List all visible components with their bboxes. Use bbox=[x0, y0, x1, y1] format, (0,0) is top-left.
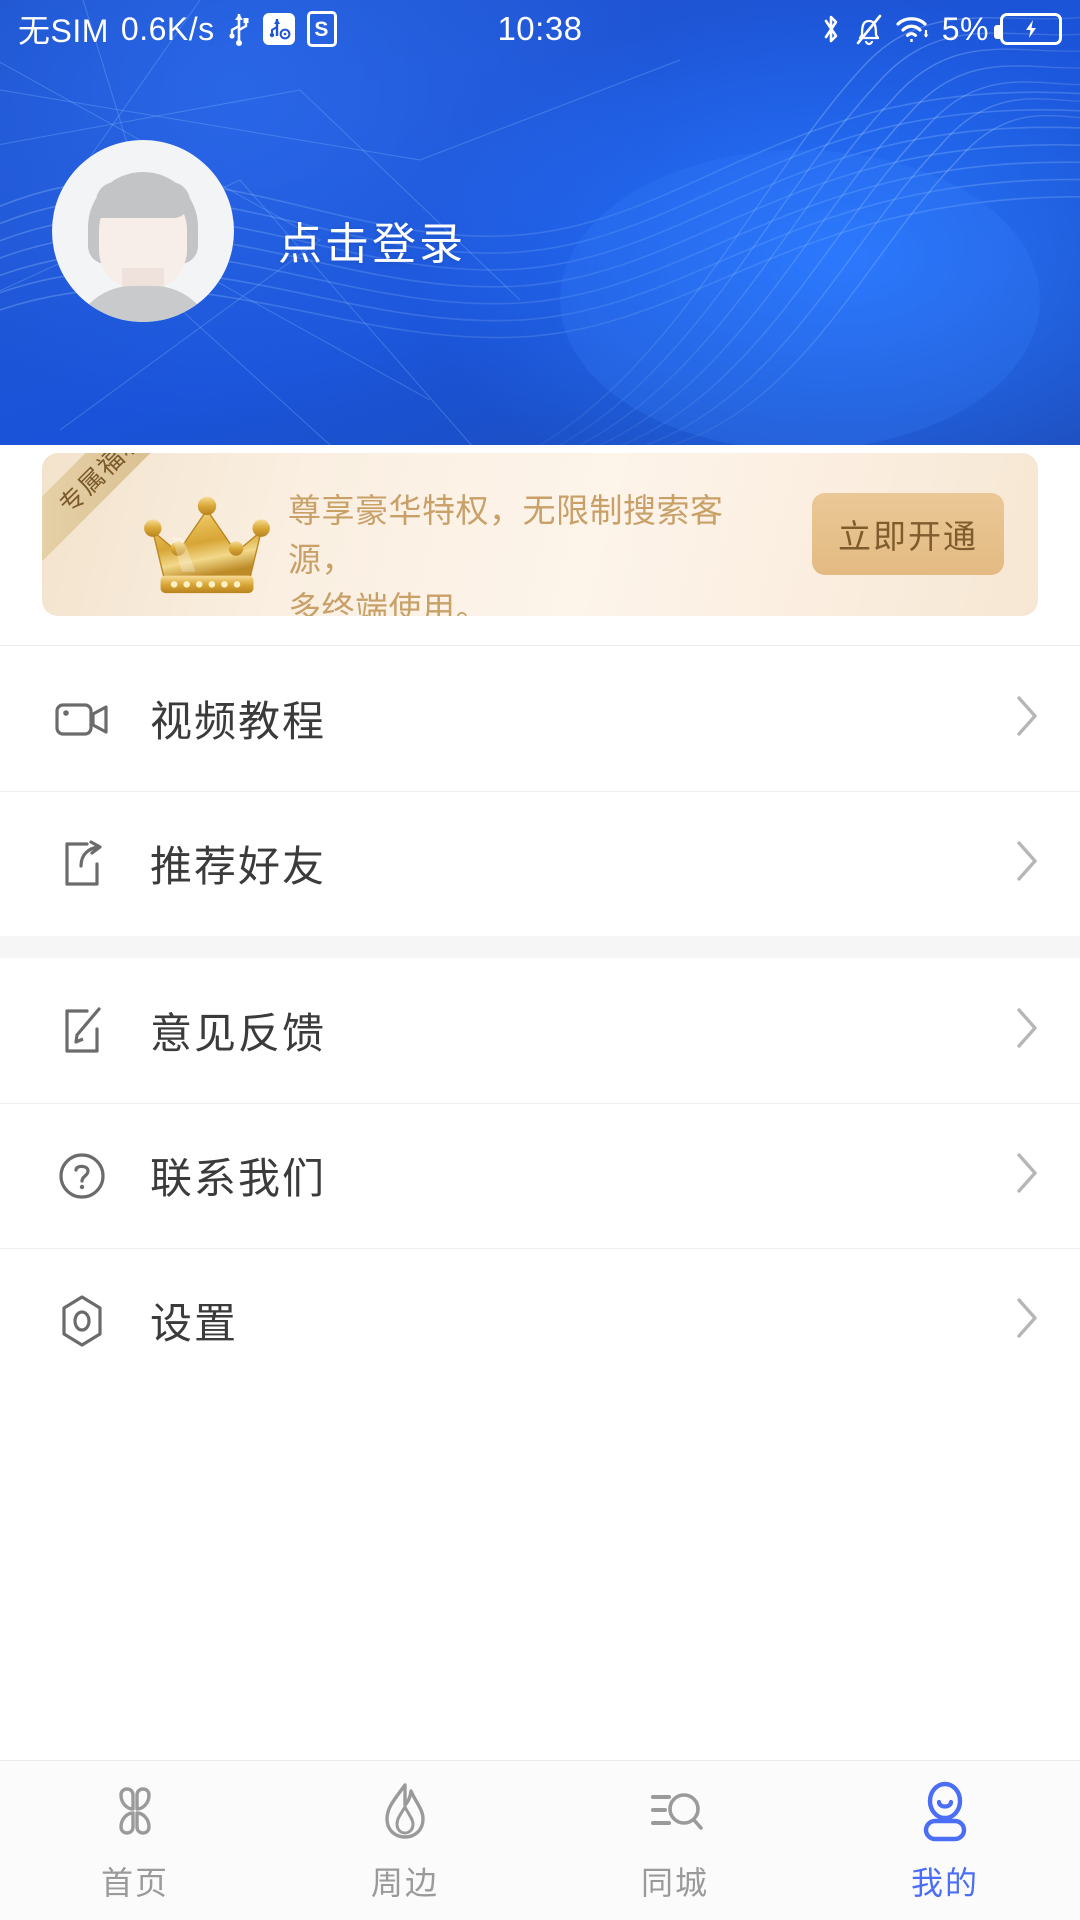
menu-item-settings[interactable]: 设置 bbox=[0, 1248, 1080, 1393]
edit-note-icon bbox=[52, 1001, 112, 1061]
tab-label: 同城 bbox=[640, 1865, 709, 1901]
usb-icon bbox=[229, 14, 249, 46]
menu-group-1: 视频教程 推荐好友 bbox=[0, 646, 1080, 936]
usb-settings-icon bbox=[262, 13, 295, 45]
menu-item-label: 推荐好友 bbox=[150, 843, 327, 890]
chevron-right-icon bbox=[1014, 1295, 1040, 1346]
person-icon bbox=[913, 1779, 977, 1848]
search-list-icon bbox=[643, 1779, 707, 1848]
video-camera-icon bbox=[52, 689, 112, 749]
flame-icon bbox=[373, 1779, 437, 1848]
menu-item-recommend-friends[interactable]: 推荐好友 bbox=[0, 791, 1080, 936]
menu-item-contact-us[interactable]: 联系我们 bbox=[0, 1103, 1080, 1248]
app-root: 点击登录 无SIM 0.6K/s S 10:38 5% 专属福利 尊享豪华特权，… bbox=[0, 0, 1080, 1920]
vip-description-line2: 多终端使用。 bbox=[288, 589, 489, 616]
status-bar: 无SIM 0.6K/s S 10:38 5% bbox=[0, 0, 1080, 58]
network-speed-label: 0.6K/s bbox=[120, 10, 215, 47]
menu-item-label: 视频教程 bbox=[150, 698, 327, 745]
menu-group-2: 意见反馈 联系我们 设置 bbox=[0, 958, 1080, 1393]
share-icon bbox=[52, 834, 112, 894]
status-bar-right: 5% bbox=[819, 11, 1062, 48]
s-badge-icon: S bbox=[306, 11, 337, 47]
vip-description: 尊享豪华特权，无限制搜索客源， 多终端使用。 bbox=[288, 487, 728, 616]
settings-hex-icon bbox=[52, 1291, 112, 1351]
battery-percent-label: 5% bbox=[941, 10, 989, 47]
chevron-right-icon bbox=[1014, 1150, 1040, 1201]
vip-description-line1: 尊享豪华特权，无限制搜索客源， bbox=[288, 492, 724, 578]
chevron-right-icon bbox=[1014, 1005, 1040, 1056]
tab-same-city[interactable]: 同城 bbox=[540, 1779, 810, 1904]
tab-home[interactable]: 首页 bbox=[0, 1779, 270, 1904]
tab-mine[interactable]: 我的 bbox=[810, 1779, 1080, 1904]
avatar[interactable] bbox=[52, 140, 234, 322]
wifi-icon bbox=[896, 17, 929, 42]
activate-now-button[interactable]: 立即开通 bbox=[812, 493, 1004, 575]
tab-nearby[interactable]: 周边 bbox=[270, 1779, 540, 1904]
vip-banner[interactable]: 专属福利 尊享豪华特权，无限制搜索客源， 多终端使用。 立即开通 bbox=[42, 453, 1038, 616]
battery-charging-icon bbox=[994, 13, 1062, 45]
menu-item-label: 联系我们 bbox=[150, 1155, 327, 1202]
profile-header: 点击登录 bbox=[0, 0, 1080, 445]
clover-grid-icon bbox=[103, 1779, 167, 1848]
tab-label: 我的 bbox=[910, 1865, 979, 1901]
avatar-body bbox=[72, 286, 214, 322]
bell-muted-icon bbox=[856, 14, 882, 46]
avatar-fringe bbox=[96, 182, 190, 218]
menu-item-label: 设置 bbox=[150, 1300, 239, 1347]
menu-list: 视频教程 推荐好友 意见反馈 联系我们 设置 bbox=[0, 645, 1080, 1393]
vip-banner-section: 专属福利 尊享豪华特权，无限制搜索客源， 多终端使用。 立即开通 bbox=[0, 445, 1080, 645]
bluetooth-icon bbox=[824, 15, 838, 43]
menu-item-video-tutorial[interactable]: 视频教程 bbox=[0, 646, 1080, 791]
tab-label: 首页 bbox=[100, 1865, 169, 1901]
crown-icon bbox=[144, 496, 270, 594]
question-circle-icon bbox=[52, 1146, 112, 1206]
status-bar-left: 无SIM 0.6K/s S bbox=[18, 6, 337, 52]
chevron-right-icon bbox=[1014, 838, 1040, 889]
bottom-navigation: 首页 周边 同城 我的 bbox=[0, 1760, 1080, 1920]
menu-group-separator bbox=[0, 936, 1080, 958]
login-prompt[interactable]: 点击登录 bbox=[278, 208, 466, 272]
chevron-right-icon bbox=[1014, 693, 1040, 744]
menu-item-label: 意见反馈 bbox=[150, 1010, 327, 1057]
tab-label: 周边 bbox=[370, 1865, 439, 1901]
carrier-label: 无SIM bbox=[18, 13, 109, 49]
menu-item-feedback[interactable]: 意见反馈 bbox=[0, 958, 1080, 1103]
